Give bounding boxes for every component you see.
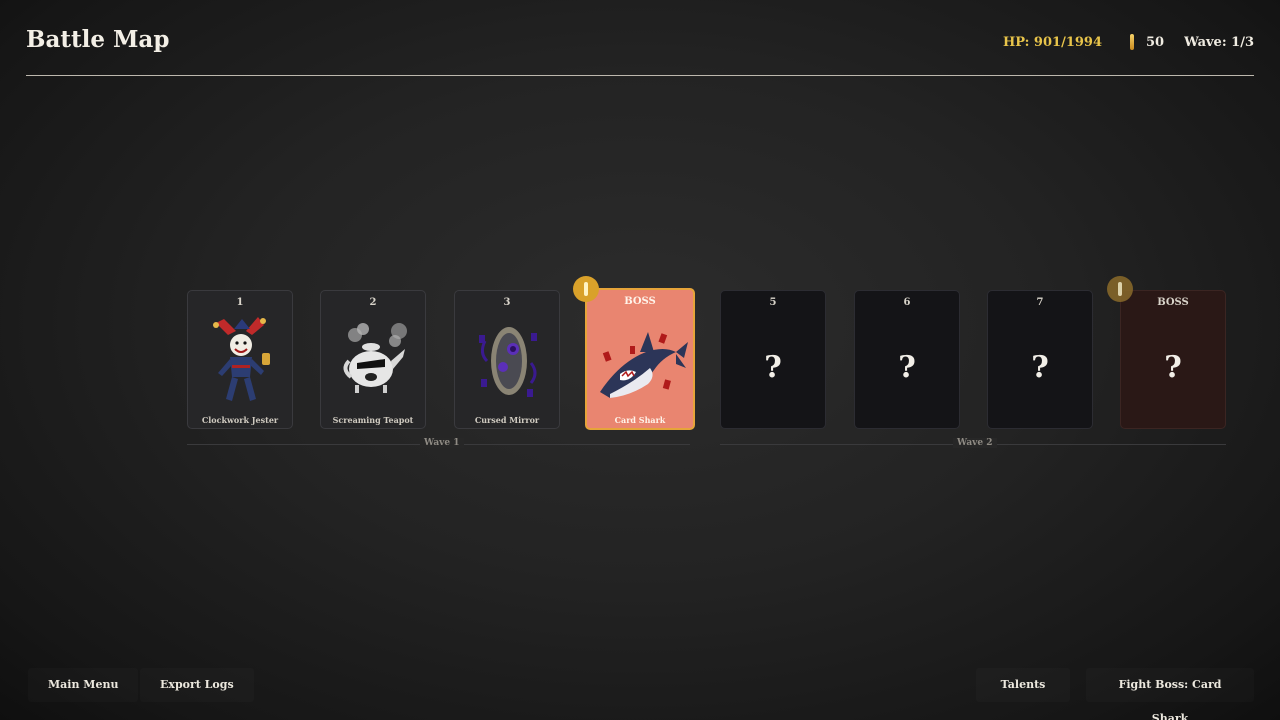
wave-2-label: Wave 2 <box>953 438 997 448</box>
card-number: 7 <box>1036 297 1044 308</box>
gold-reward-icon <box>573 276 599 302</box>
gold-reward-icon <box>1107 276 1133 302</box>
top-bar: Battle Map HP: 901/1994 50 Wave: 1/3 <box>26 24 1254 76</box>
card-number: 3 <box>503 297 511 308</box>
map-card-cursed-mirror[interactable]: 3 Cursed Mirror <box>454 290 560 429</box>
wave-1-label: Wave 1 <box>420 438 464 448</box>
cursed-mirror-art <box>479 327 537 397</box>
card-number: 2 <box>369 297 377 308</box>
card-number: BOSS <box>624 296 656 307</box>
player-stats: HP: 901/1994 50 Wave: 1/3 <box>1003 34 1254 50</box>
map-card-clockwork-jester[interactable]: 1 Clockwork Jester <box>187 290 293 429</box>
card-name: Card Shark <box>614 415 666 425</box>
wave-counter: Wave: 1/3 <box>1184 34 1254 50</box>
map-card-boss-locked[interactable]: BOSS ? <box>1120 290 1226 429</box>
card-number: 1 <box>236 297 244 308</box>
card-name: Screaming Teapot <box>332 415 414 425</box>
map-card-unknown-7[interactable]: 7 ? <box>987 290 1093 429</box>
export-logs-button[interactable]: Export Logs <box>140 668 254 702</box>
unknown-card-mark: ? <box>898 350 916 385</box>
screaming-teapot-art <box>343 323 407 393</box>
unknown-card-mark: ? <box>1164 350 1182 385</box>
page-title: Battle Map <box>26 26 170 53</box>
unknown-card-mark: ? <box>764 350 782 385</box>
unknown-card-mark: ? <box>1031 350 1049 385</box>
card-number: 6 <box>903 297 911 308</box>
card-name: Clockwork Jester <box>201 415 279 425</box>
card-name: Cursed Mirror <box>474 415 540 425</box>
fight-boss-button[interactable]: Fight Boss: Card Shark <box>1086 668 1254 720</box>
map-card-screaming-teapot[interactable]: 2 Screaming Teapot <box>320 290 426 429</box>
main-menu-button[interactable]: Main Menu <box>28 668 138 702</box>
card-number: 5 <box>769 297 777 308</box>
card-shark-art <box>600 332 688 398</box>
map-card-boss-card-shark[interactable]: BOSS Card Shark <box>585 288 695 430</box>
hp-readout: HP: 901/1994 <box>1003 34 1103 50</box>
talents-button[interactable]: Talents <box>976 668 1070 702</box>
map-card-unknown-6[interactable]: 6 ? <box>854 290 960 429</box>
card-number: BOSS <box>1157 297 1189 308</box>
gold-icon <box>1128 34 1136 50</box>
map-card-unknown-5[interactable]: 5 ? <box>720 290 826 429</box>
gold-count: 50 <box>1146 34 1165 50</box>
clockwork-jester-art <box>213 317 270 401</box>
